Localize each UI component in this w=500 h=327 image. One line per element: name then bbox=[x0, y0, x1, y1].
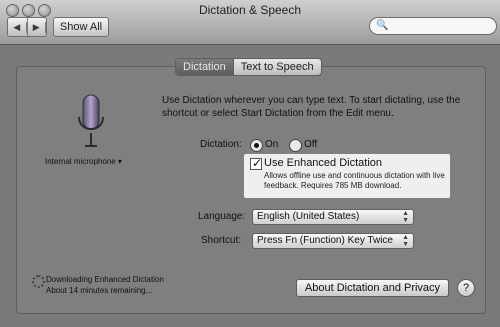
search-field[interactable]: 🔍 bbox=[369, 17, 497, 35]
shortcut-select[interactable]: Press Fn (Function) Key Twice ▲ ▼ bbox=[252, 233, 414, 249]
chevron-updown-icon: ▲ ▼ bbox=[402, 234, 409, 248]
back-button[interactable]: ◀ bbox=[8, 18, 28, 36]
back-forward-control: ◀ ▶ bbox=[7, 17, 47, 37]
preferences-window: Dictation & Speech ◀ ▶ Show All 🔍 Dictat… bbox=[0, 0, 500, 327]
help-button[interactable]: ? bbox=[457, 279, 475, 297]
microphone-icon bbox=[78, 94, 104, 147]
dictation-label: Dictation: bbox=[200, 139, 242, 150]
enhanced-dictation-note: Allows offline use and continuous dictat… bbox=[264, 171, 445, 190]
title-bar: Dictation & Speech ◀ ▶ Show All 🔍 bbox=[0, 0, 500, 45]
about-dictation-privacy-button[interactable]: About Dictation and Privacy bbox=[296, 279, 449, 297]
window-title: Dictation & Speech bbox=[198, 3, 302, 17]
search-icon: 🔍 bbox=[376, 20, 389, 31]
forward-button[interactable]: ▶ bbox=[28, 18, 46, 36]
enhanced-dictation-highlight: ✓ Use Enhanced Dictation Allows offline … bbox=[244, 154, 450, 198]
microphone-selector[interactable]: Internal microphone ▾ bbox=[45, 157, 122, 166]
progress-spinner-icon bbox=[32, 275, 45, 288]
chevron-updown-icon: ▲ ▼ bbox=[402, 210, 409, 224]
dictation-on-label[interactable]: On bbox=[265, 139, 278, 150]
download-status-line1: Downloading Enhanced Dictation bbox=[46, 275, 164, 284]
language-label: Language: bbox=[198, 211, 246, 222]
enhanced-dictation-label[interactable]: Use Enhanced Dictation bbox=[264, 157, 382, 169]
language-select[interactable]: English (United States) ▲ ▼ bbox=[252, 209, 414, 225]
tab-bar: Dictation Text to Speech bbox=[175, 58, 322, 76]
shortcut-value: Press Fn (Function) Key Twice bbox=[257, 235, 393, 246]
language-value: English (United States) bbox=[257, 211, 360, 222]
right-arrow-icon: ▶ bbox=[28, 21, 46, 33]
tab-dictation[interactable]: Dictation bbox=[176, 59, 234, 75]
checkmark-icon: ✓ bbox=[252, 156, 263, 170]
shortcut-label: Shortcut: bbox=[201, 235, 242, 246]
download-status: Downloading Enhanced Dictation About 14 … bbox=[46, 274, 164, 296]
tab-text-to-speech[interactable]: Text to Speech bbox=[234, 59, 321, 75]
download-status-line2: About 14 minutes remaining... bbox=[46, 286, 153, 295]
dictation-off-radio[interactable] bbox=[289, 139, 302, 152]
show-all-button[interactable]: Show All bbox=[53, 17, 109, 37]
dictation-on-radio[interactable] bbox=[250, 139, 263, 152]
enhanced-dictation-checkbox[interactable]: ✓ bbox=[250, 156, 263, 170]
search-input[interactable] bbox=[388, 19, 492, 33]
intro-text: Use Dictation wherever you can type text… bbox=[162, 95, 461, 119]
dictation-off-label[interactable]: Off bbox=[304, 139, 317, 150]
left-arrow-icon: ◀ bbox=[8, 21, 27, 33]
